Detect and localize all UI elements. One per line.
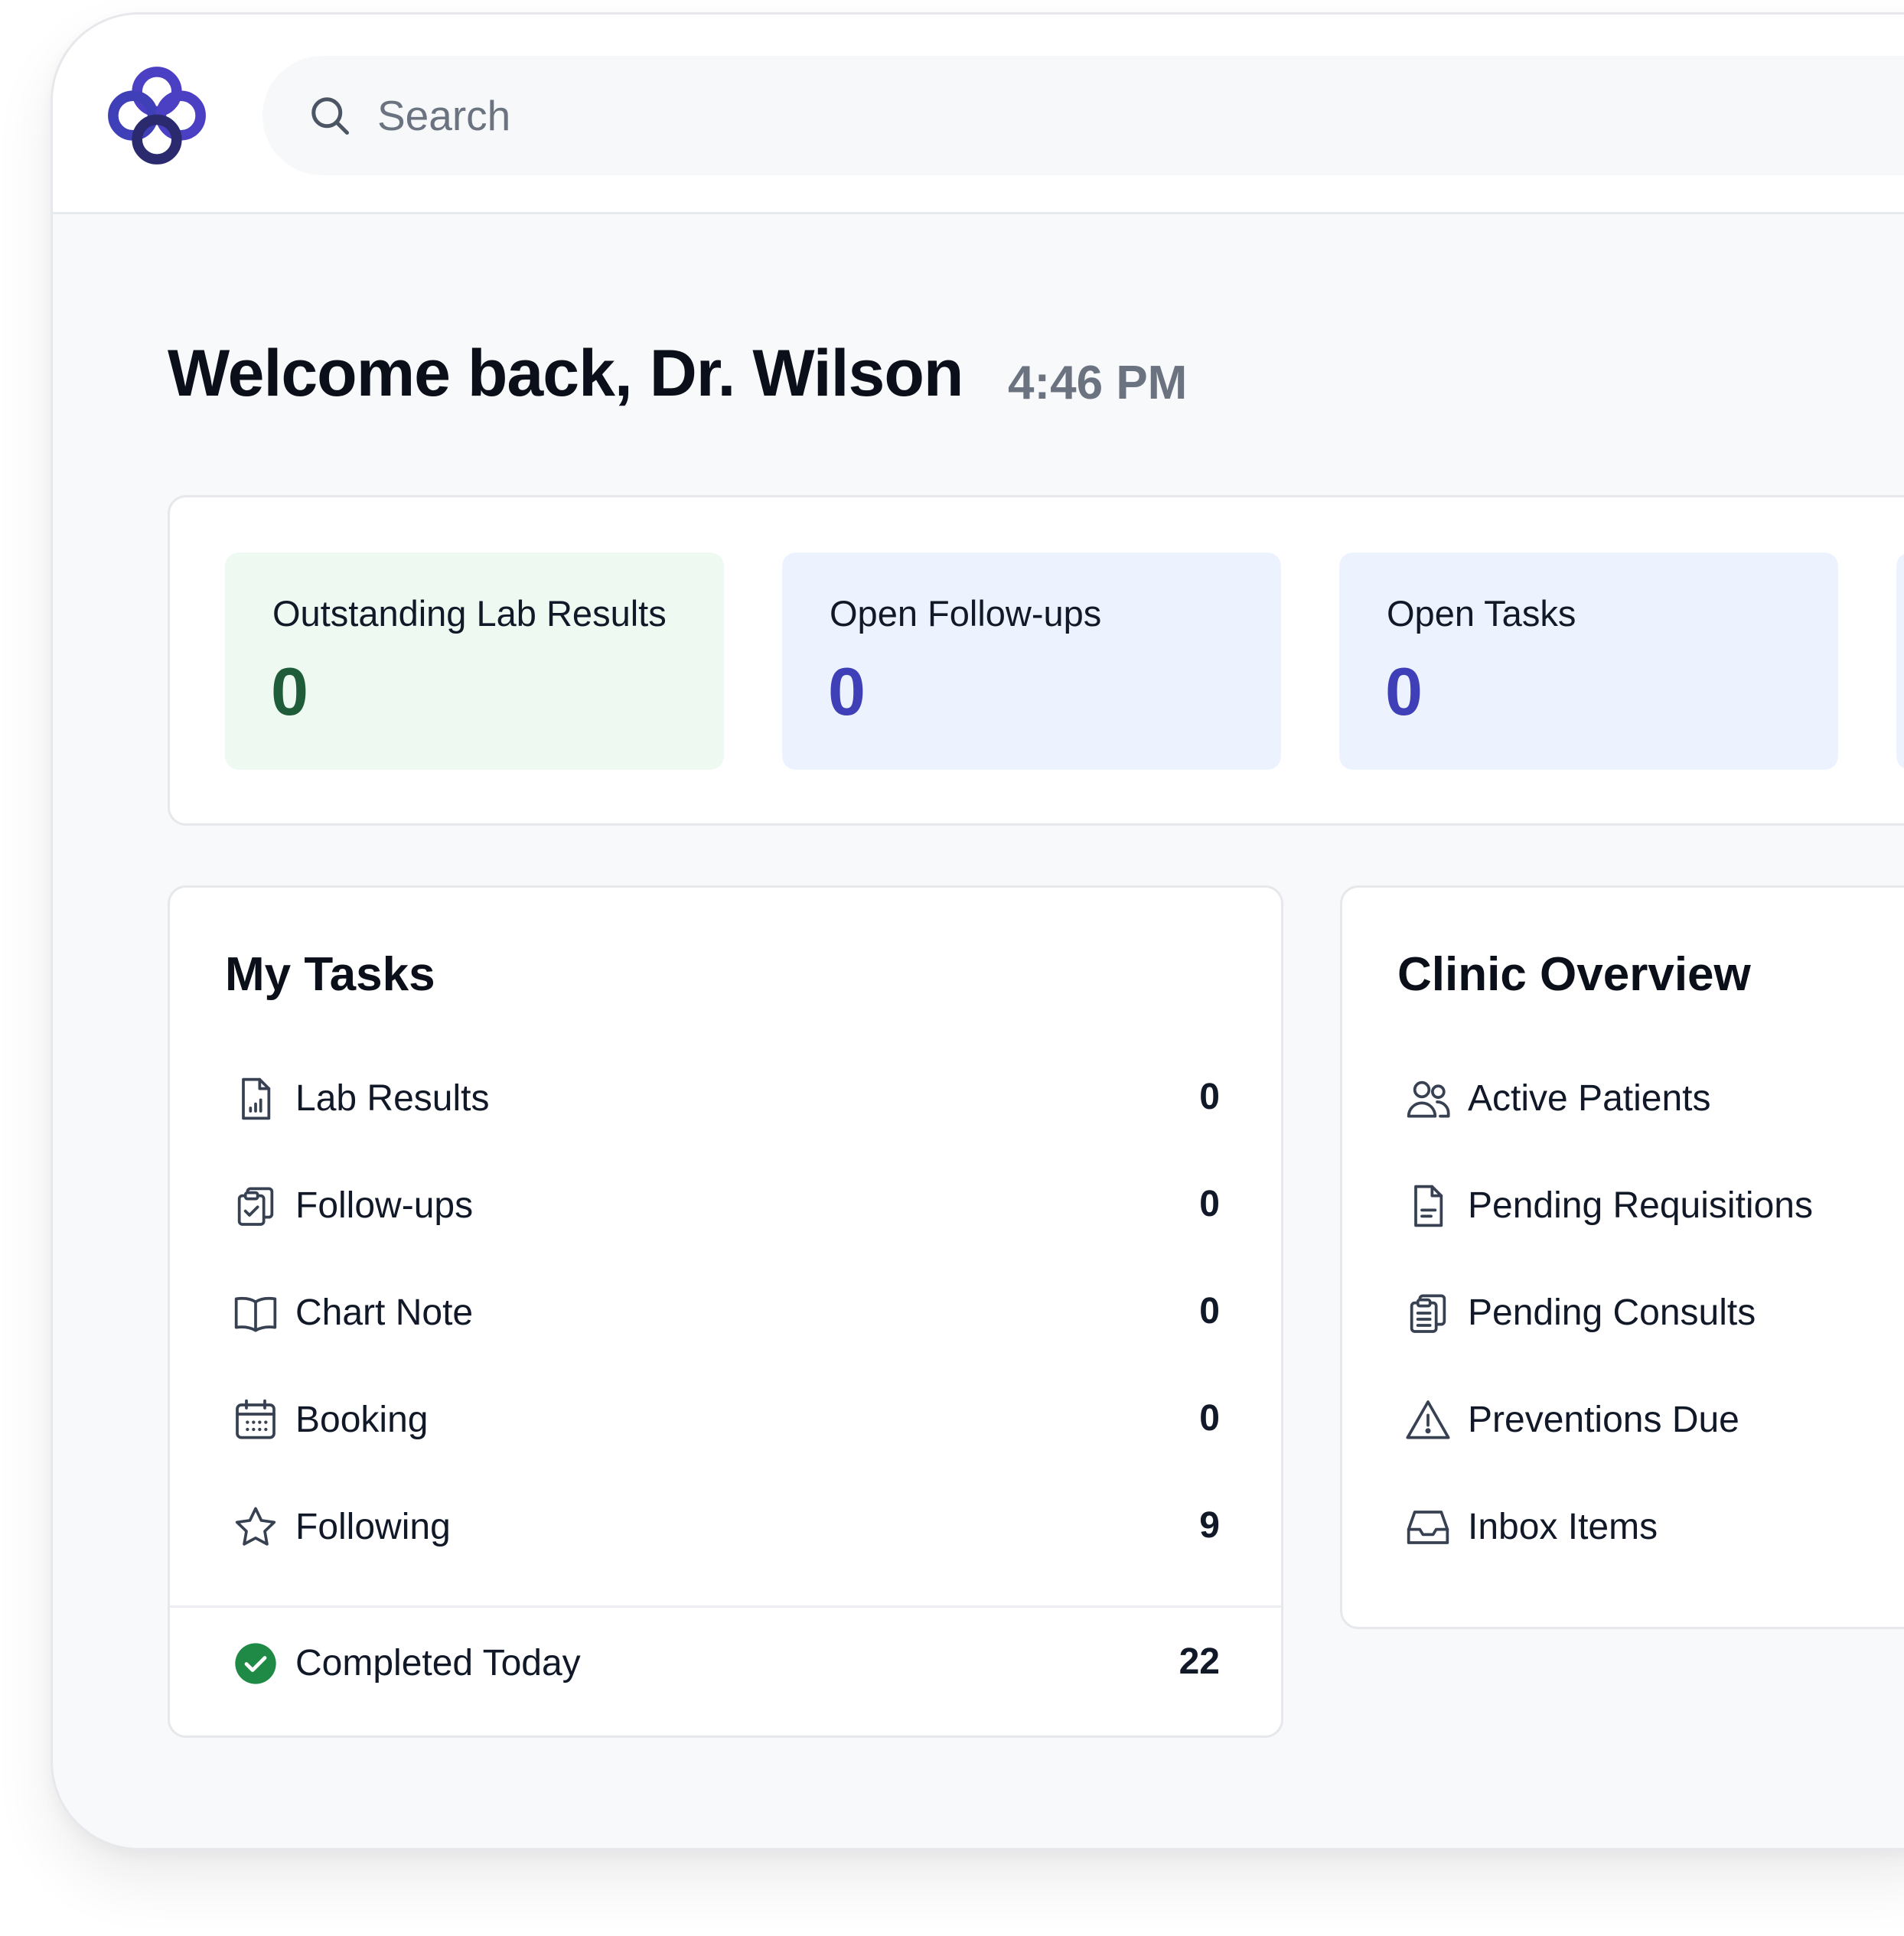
completed-label: Completed Today — [295, 1643, 581, 1683]
users-icon — [1407, 1080, 1450, 1118]
task-label: Follow-ups — [295, 1185, 474, 1226]
stat-value: 0 — [271, 653, 308, 729]
task-count: 0 — [1199, 1291, 1220, 1331]
divider — [170, 1605, 1281, 1608]
clinic-label: Active Patients — [1468, 1078, 1711, 1119]
task-row-lab-results[interactable]: Lab Results 0 — [170, 1053, 1281, 1145]
logo-icon[interactable] — [105, 64, 209, 168]
search-bar[interactable] — [262, 56, 1904, 175]
clinic-label: Preventions Due — [1468, 1400, 1739, 1440]
stat-value: 0 — [828, 653, 866, 729]
my-tasks-title: My Tasks — [225, 948, 435, 1001]
clinic-overview-panel: Clinic Overview Active Patients Pending … — [1340, 885, 1904, 1629]
task-label: Following — [295, 1507, 451, 1547]
clinic-label: Pending Consults — [1468, 1292, 1756, 1333]
clinic-row-inbox-items[interactable]: Inbox Items — [1342, 1481, 1904, 1573]
document-icon — [1414, 1185, 1443, 1227]
completed-count: 22 — [1179, 1641, 1220, 1682]
clipboard-list-icon — [1410, 1294, 1446, 1333]
task-count: 9 — [1199, 1505, 1220, 1546]
task-count: 0 — [1199, 1184, 1220, 1224]
clipboard-check-icon — [237, 1187, 274, 1226]
lab-report-icon — [242, 1077, 271, 1120]
clinic-label: Pending Requisitions — [1468, 1185, 1813, 1226]
check-circle-icon — [235, 1643, 276, 1684]
task-label: Chart Note — [295, 1292, 474, 1333]
current-time: 4:46 PM — [1008, 357, 1188, 409]
page-title: Welcome back, Dr. Wilson — [168, 337, 963, 410]
top-bar — [53, 15, 1904, 214]
search-input[interactable] — [377, 82, 1755, 149]
stat-card-partial[interactable] — [1896, 552, 1904, 770]
inbox-icon — [1407, 1511, 1449, 1544]
stat-card-tasks[interactable]: Open Tasks 0 — [1339, 552, 1838, 770]
task-count: 0 — [1199, 1077, 1220, 1117]
star-icon — [235, 1507, 276, 1546]
calendar-icon — [236, 1399, 275, 1439]
task-row-follow-ups[interactable]: Follow-ups 0 — [170, 1160, 1281, 1252]
book-open-icon — [234, 1296, 277, 1332]
task-row-chart-note[interactable]: Chart Note 0 — [170, 1267, 1281, 1359]
my-tasks-panel: My Tasks Lab Results 0 Follow-ups 0 Char… — [168, 885, 1283, 1738]
app-window: Welcome back, Dr. Wilson 4:46 PM Outstan… — [51, 12, 1904, 1850]
clinic-overview-title: Clinic Overview — [1397, 948, 1751, 1001]
clinic-row-active-patients[interactable]: Active Patients — [1342, 1053, 1904, 1145]
warning-icon — [1406, 1400, 1450, 1439]
stat-label: Open Follow-ups — [830, 593, 1102, 634]
task-label: Lab Results — [295, 1078, 490, 1119]
clinic-label: Inbox Items — [1468, 1507, 1658, 1547]
stat-label: Outstanding Lab Results — [272, 593, 667, 634]
task-row-booking[interactable]: Booking 0 — [170, 1374, 1281, 1466]
stat-card-follow-ups[interactable]: Open Follow-ups 0 — [782, 552, 1281, 770]
clinic-row-preventions-due[interactable]: Preventions Due — [1342, 1374, 1904, 1466]
stat-value: 0 — [1385, 653, 1423, 729]
clinic-row-pending-consults[interactable]: Pending Consults — [1342, 1267, 1904, 1359]
stat-label: Open Tasks — [1387, 593, 1576, 634]
stats-panel: Outstanding Lab Results 0 Open Follow-up… — [168, 495, 1904, 826]
task-row-following[interactable]: Following 9 — [170, 1481, 1281, 1573]
clinic-row-pending-requisitions[interactable]: Pending Requisitions — [1342, 1160, 1904, 1252]
stat-card-lab-results[interactable]: Outstanding Lab Results 0 — [225, 552, 724, 770]
task-label: Booking — [295, 1400, 429, 1440]
search-icon — [311, 97, 349, 135]
completed-today-row[interactable]: Completed Today 22 — [170, 1618, 1281, 1709]
task-count: 0 — [1199, 1398, 1220, 1439]
